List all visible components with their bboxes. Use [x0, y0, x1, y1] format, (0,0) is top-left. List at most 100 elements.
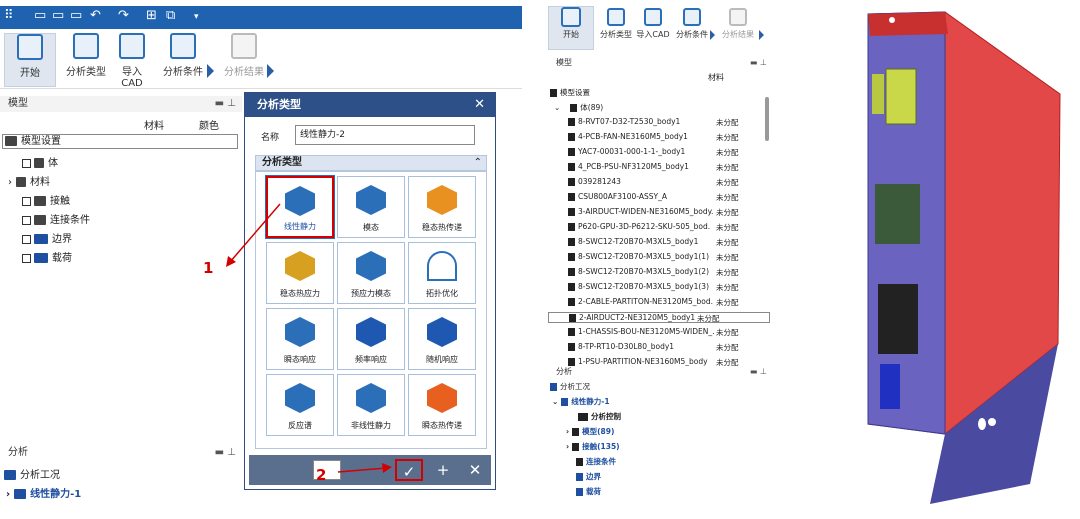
tree-row-body[interactable]: 1-CHASSIS-BOU-NE3120M5-WIDEN_. 未分配 — [568, 327, 768, 337]
tree-row-boundary[interactable]: 边界 — [22, 230, 72, 245]
tree-row-body[interactable]: P620-GPU-3D-P6212-SKU-505_bod. 未分配 — [568, 222, 768, 232]
ribbon-import-cad-button[interactable]: 导入CAD — [112, 33, 152, 89]
pin-icon[interactable]: ▬ ⊥ — [215, 445, 236, 461]
type-prestress-modal[interactable]: 预应力模态 — [337, 242, 405, 304]
ribbon-analysis-type-button[interactable]: 分析类型 — [598, 8, 634, 40]
app-menu-icon[interactable]: ⠿ — [4, 8, 14, 23]
tree-row-analysis-cases[interactable]: 分析工况 — [4, 466, 60, 481]
type-random-response[interactable]: 随机响应 — [408, 308, 476, 370]
checkbox[interactable] — [22, 196, 31, 206]
middle-model-panel: 模型 ▬ ⊥ 材料 模型设置 ⌄ 体(89) 8-RVT07-D32-T2530_… — [548, 57, 773, 366]
tree-label: 模型设置 — [21, 136, 61, 147]
ribbon-analysis-conditions-button[interactable]: 分析条件 — [162, 33, 204, 78]
tree-row-contacts[interactable]: 接触 — [22, 192, 70, 207]
connection-icon — [576, 458, 583, 466]
pin-icon[interactable]: ▬ ⊥ — [750, 366, 767, 378]
checkbox[interactable] — [22, 215, 31, 225]
tree-row-body[interactable]: 039281243 未分配 — [568, 177, 768, 187]
type-response-spectrum[interactable]: 反应谱 — [266, 374, 334, 436]
type-nonlinear-static[interactable]: 非线性静力 — [337, 374, 405, 436]
tree-row-body[interactable]: 8-SWC12-T20B70-M3XL5_body1(2) 未分配 — [568, 267, 768, 277]
tree-row-body[interactable]: 2-CABLE-PARTITON-NE3120M5_bod. 未分配 — [568, 297, 768, 307]
checkbox[interactable] — [22, 158, 31, 168]
analysis-panel-header: 分析 ▬ ⊥ — [548, 366, 773, 378]
tree-row-loads[interactable]: 载荷 — [576, 486, 601, 497]
checkbox[interactable] — [22, 253, 31, 263]
material-status: 未分配 — [716, 358, 739, 366]
open-file-icon[interactable]: ▭ — [52, 8, 64, 23]
tree-row-body-group[interactable]: ⌄ 体(89) — [554, 102, 603, 113]
tree-row-body[interactable]: 1-PSU-PARTITION-NE3160M5_body 未分配 — [568, 357, 768, 366]
material-status: 未分配 — [716, 238, 739, 247]
tree-row-body[interactable]: 2-AIRDUCT2-NE3120M5_body1 未分配 — [548, 312, 770, 323]
type-transient-response[interactable]: 瞬态响应 — [266, 308, 334, 370]
dialog-title: 分析类型 — [257, 98, 301, 111]
type-steady-heat[interactable]: 稳态热传递 — [408, 176, 476, 238]
chevron-down-icon[interactable]: ⌄ — [554, 103, 560, 112]
type-transient-heat[interactable]: 瞬态热传递 — [408, 374, 476, 436]
name-input[interactable]: 线性静力-2 — [295, 125, 475, 145]
ribbon-analysis-conditions-button[interactable]: 分析条件 — [674, 8, 710, 40]
ribbon-analysis-results-button[interactable]: 分析结果 — [222, 33, 266, 78]
tree-row-body[interactable]: 8-SWC12-T20B70-M3XL5_body1(3) 未分配 — [568, 282, 768, 292]
type-frequency-response[interactable]: 频率响应 — [337, 308, 405, 370]
tree-row-body[interactable]: CSU800AF3100-ASSY_A 未分配 — [568, 192, 768, 202]
tree-row-loads[interactable]: 载荷 — [22, 249, 72, 264]
pin-icon[interactable]: ▬ ⊥ — [750, 57, 767, 69]
tree-label: 体 — [48, 158, 58, 169]
add-button[interactable]: + — [429, 459, 457, 481]
tree-row-body[interactable]: 3-AIRDUCT-WIDEN-NE3160M5_body. 未分配 — [568, 207, 768, 217]
ribbon-analysis-type-button[interactable]: 分析类型 — [64, 33, 108, 78]
collapse-icon[interactable]: ⌃ — [474, 156, 482, 170]
tree-row-materials[interactable]: › 材料 — [8, 173, 50, 188]
tree-row-analysis-control[interactable]: 分析控制 — [578, 411, 621, 422]
chevron-right-icon[interactable]: › — [8, 177, 12, 188]
tree-row-model-settings[interactable]: 模型设置 — [2, 134, 238, 149]
tree-row-linear-static-1[interactable]: ⌄ 线性静力-1 — [552, 396, 610, 407]
tree-row-model-settings[interactable]: 模型设置 — [550, 87, 590, 98]
ribbon-start-button[interactable]: 开始 — [548, 6, 594, 50]
tree-row-contact[interactable]: › 接触(135) — [566, 441, 620, 452]
tree-row-analysis-cases[interactable]: 分析工况 — [550, 381, 590, 392]
close-icon[interactable]: ✕ — [474, 93, 485, 117]
tree-row-body[interactable]: 8-SWC12-T20B70-M3XL5_body1(1) 未分配 — [568, 252, 768, 262]
redo-icon[interactable]: ↷ — [118, 8, 129, 23]
pin-icon[interactable]: ▬ ⊥ — [215, 96, 236, 112]
save-file-icon[interactable]: ▭ — [70, 8, 82, 23]
chevron-right-icon[interactable]: › — [566, 427, 569, 436]
chassis-3d-model[interactable] — [830, 4, 1070, 512]
tree-row-body[interactable]: 4_PCB-PSU-NF3120M5_body1 未分配 — [568, 162, 768, 172]
ribbon-analysis-results-button[interactable]: 分析结果 — [718, 8, 758, 40]
tree-label: 8-SWC12-T20B70-M3XL5_body1(2) — [578, 267, 709, 276]
tree-row-connections[interactable]: 连接条件 — [22, 211, 90, 226]
tree-row-body[interactable]: 8-SWC12-T20B70-M3XL5_body1 未分配 — [568, 237, 768, 247]
tree-label: 039281243 — [578, 177, 621, 186]
tree-row-model[interactable]: › 模型(89) — [566, 426, 614, 437]
type-topology-opt[interactable]: 拓扑优化 — [408, 242, 476, 304]
ok-button[interactable]: ✓ — [395, 459, 423, 481]
checkbox[interactable] — [22, 234, 31, 244]
tree-row-bodies[interactable]: 体 — [22, 154, 58, 169]
grid-view-icon[interactable]: ⊞ — [146, 8, 157, 23]
tree-row-body[interactable]: 4-PCB-FAN-NE3160M5_body1 未分配 — [568, 132, 768, 142]
section-header[interactable]: 分析类型 ⌃ — [255, 155, 487, 171]
ribbon-import-cad-button[interactable]: 导入CAD — [636, 8, 670, 40]
new-file-icon[interactable]: ▭ — [34, 8, 46, 23]
tree-row-body[interactable]: 8-TP-RT10-D30L80_body1 未分配 — [568, 342, 768, 352]
chevron-right-icon[interactable]: › — [566, 442, 569, 451]
customize-icon[interactable]: ▾ — [194, 12, 199, 22]
tree-row-body[interactable]: YAC7-00031-000-1-1-_body1 未分配 — [568, 147, 768, 157]
window-icon[interactable]: ⧉ — [166, 8, 175, 23]
chevron-right-icon[interactable]: › — [6, 489, 10, 500]
tree-row-body[interactable]: 8-RVT07-D32-T2530_body1 未分配 — [568, 117, 768, 127]
cancel-button[interactable]: ✕ — [461, 459, 489, 481]
undo-icon[interactable]: ↶ — [90, 8, 101, 23]
chevron-down-icon[interactable]: ⌄ — [552, 397, 558, 406]
ribbon-start-button[interactable]: 开始 — [4, 33, 56, 87]
scrollbar[interactable] — [765, 97, 769, 141]
home-icon — [561, 7, 581, 27]
tree-row-linear-static-1[interactable]: › 线性静力-1 — [6, 485, 81, 500]
tree-row-connection[interactable]: 连接条件 — [576, 456, 616, 467]
tree-row-boundary[interactable]: 边界 — [576, 471, 601, 482]
type-modal[interactable]: 模态 — [337, 176, 405, 238]
